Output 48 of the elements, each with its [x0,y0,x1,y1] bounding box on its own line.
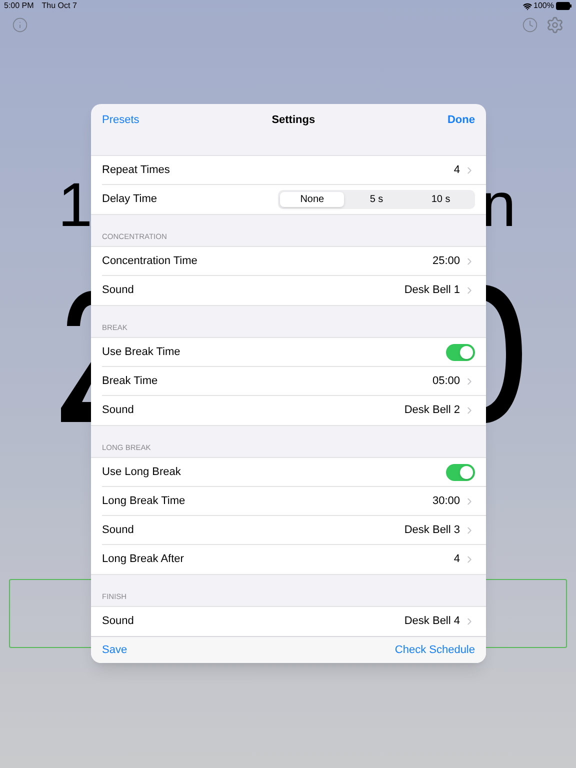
row-label: Use Long Break [102,464,181,480]
row-value: 05:00 [432,374,460,389]
settings-row[interactable]: Sound Desk Bell 2 [102,396,486,425]
modal-title: Settings [272,112,316,128]
settings-row[interactable]: Sound Desk Bell 3 [102,516,486,545]
toggle-switch[interactable] [446,464,475,480]
wifi-icon [522,2,532,10]
settings-row[interactable]: Long Break After 4 [102,545,486,574]
save-button[interactable]: Save [102,642,128,658]
settings-row[interactable]: Sound Desk Bell 1 [102,276,486,305]
row-value: 25:00 [432,254,460,269]
row-value: Desk Bell 1 [404,283,460,298]
row-label: Sound [102,403,134,418]
status-date: Thu Oct 7 [42,0,77,12]
row-value: Desk Bell 2 [404,403,460,418]
segment[interactable]: 10 s [408,192,473,207]
row-label: Concentration Time [102,254,198,269]
check-schedule-button[interactable]: Check Schedule [394,642,475,658]
clock-icon[interactable] [522,17,538,33]
info-icon[interactable] [12,17,28,33]
title-fragment: 1 [58,175,92,237]
row-value: 4 [454,162,460,178]
row-label: Long Break Time [102,494,186,509]
row-label: Sound [102,522,134,538]
settings-row[interactable]: Concentration Time 25:00 [102,247,486,276]
row-value: 30:00 [432,494,460,509]
segment[interactable]: None [280,192,344,207]
battery-level: 100% [534,0,554,12]
row-label: Break Time [102,374,158,389]
status-time: 5:00 PM [4,0,34,12]
row-label: Delay Time [102,192,158,208]
row-value: Desk Bell 3 [404,522,460,538]
row-label: Long Break After [102,552,184,568]
settings-row[interactable]: Break Time 05:00 [102,367,486,396]
row-label: Repeat Times [102,162,170,178]
row-label: Sound [102,614,134,630]
battery-icon [556,2,572,10]
settings-row[interactable]: Use Long Break [102,458,486,487]
segment[interactable]: 5 s [344,192,409,207]
toggle-switch[interactable] [446,344,475,360]
settings-icon[interactable] [546,16,564,34]
row-value: Desk Bell 4 [404,614,460,630]
row-value: 4 [454,552,460,568]
row-label: Sound [102,283,134,298]
settings-row[interactable]: Long Break Time 30:00 [102,487,486,516]
settings-row[interactable]: Repeat Times 4 [102,156,486,185]
settings-row[interactable]: Use Break Time [102,338,486,367]
row-label: Use Break Time [102,344,180,360]
